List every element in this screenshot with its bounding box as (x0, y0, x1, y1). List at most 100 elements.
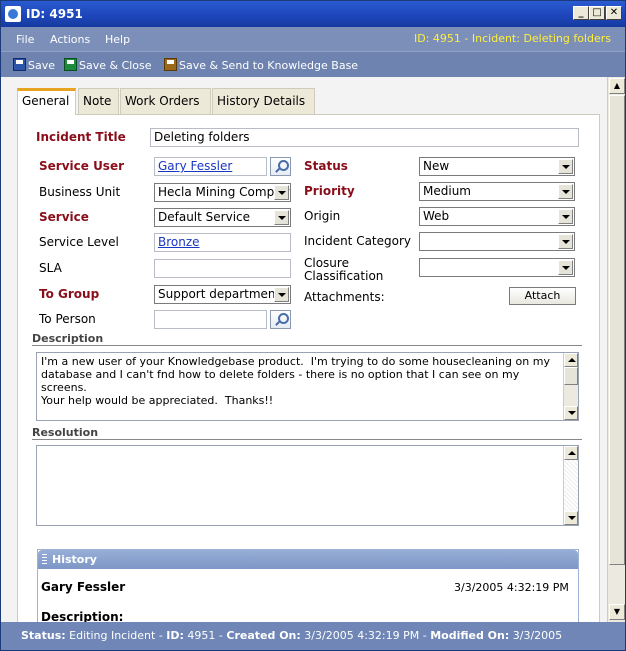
history-timestamp: 3/3/2005 4:32:19 PM (454, 581, 569, 594)
save-send-label: Save & Send to Knowledge Base (179, 59, 359, 72)
priority-select[interactable]: Medium (419, 182, 575, 201)
chevron-down-icon[interactable] (274, 210, 289, 225)
description-scrollbar[interactable] (563, 353, 578, 420)
status-bar-id-label: ID: (166, 629, 184, 642)
business-unit-select[interactable]: Hecla Mining Company (154, 183, 291, 202)
general-panel: Incident Title Deleting folders Service … (17, 114, 600, 622)
status-bar-status-value: Editing Incident (69, 629, 156, 642)
tab-general[interactable]: General (17, 88, 76, 115)
save-label: Save (28, 59, 56, 72)
save-send-kb-button[interactable]: Save & Send to Knowledge Base (164, 58, 358, 72)
menu-help[interactable]: Help (105, 33, 130, 46)
scroll-thumb[interactable] (564, 367, 578, 385)
resolution-scrollbar[interactable] (563, 446, 578, 525)
service-select[interactable]: Default Service (154, 208, 291, 227)
to-person-label: To Person (39, 312, 96, 326)
chevron-down-icon[interactable] (558, 260, 573, 275)
attach-button[interactable]: Attach (509, 287, 576, 305)
business-unit-label: Business Unit (39, 185, 121, 199)
history-author: Gary Fessler (41, 580, 126, 594)
service-level-input[interactable]: Bronze (154, 233, 291, 252)
scroll-up-icon[interactable] (564, 353, 578, 367)
chevron-down-icon[interactable] (558, 209, 573, 224)
title-bar[interactable]: ID: 4951 _ □ ✕ (1, 1, 625, 27)
scroll-down-icon[interactable]: ▼ (609, 604, 625, 620)
search-user-icon[interactable] (270, 157, 291, 176)
menu-file[interactable]: File (16, 33, 34, 46)
status-bar-id-value: 4951 (187, 629, 216, 642)
status-label: Status (304, 159, 348, 173)
status-value: New (423, 159, 450, 173)
chevron-down-icon[interactable] (558, 184, 573, 199)
status-bar-created-label: Created On: (226, 629, 301, 642)
scroll-down-icon[interactable] (564, 406, 578, 420)
browser-icon (5, 6, 21, 22)
chevron-down-icon[interactable] (274, 185, 289, 200)
incident-title-input[interactable]: Deleting folders (150, 128, 579, 147)
save-icon (13, 58, 26, 71)
to-group-label: To Group (39, 287, 100, 301)
closure-label-2: Classification (304, 269, 384, 283)
resolution-heading: Resolution (32, 426, 582, 440)
description-textarea[interactable]: I'm a new user of your Knowledgebase pro… (36, 352, 579, 421)
to-group-value: Support department (158, 287, 281, 301)
incident-window: ID: 4951 _ □ ✕ File Actions Help ID: 495… (0, 0, 626, 651)
status-bar-created-value: 3/3/2005 4:32:19 PM (304, 629, 420, 642)
incident-category-select[interactable] (419, 232, 575, 251)
service-level-label: Service Level (39, 235, 119, 249)
tab-note[interactable]: Note (78, 88, 119, 114)
save-send-icon (164, 58, 177, 71)
minimize-button[interactable]: _ (573, 6, 589, 20)
scroll-thumb[interactable] (609, 95, 625, 565)
window-scrollbar[interactable]: ▲ ▼ (607, 77, 625, 622)
maximize-button[interactable]: □ (589, 6, 605, 20)
chevron-down-icon[interactable] (558, 159, 573, 174)
sla-label: SLA (39, 261, 62, 275)
scroll-down-icon[interactable] (564, 511, 578, 525)
menu-bar: File Actions Help ID: 4951 - Incident: D… (1, 27, 625, 51)
save-close-button[interactable]: Save & Close (64, 58, 152, 72)
save-close-icon (64, 58, 77, 71)
status-select[interactable]: New (419, 157, 575, 176)
to-group-select[interactable]: Support department (154, 285, 291, 304)
incident-breadcrumb: ID: 4951 - Incident: Deleting folders (414, 32, 611, 45)
menu-actions[interactable]: Actions (50, 33, 90, 46)
scroll-up-icon[interactable] (564, 446, 578, 460)
window-title: ID: 4951 (26, 7, 83, 21)
resolution-textarea[interactable] (36, 445, 579, 526)
incident-category-label: Incident Category (304, 234, 412, 248)
history-header[interactable]: History (38, 550, 578, 569)
priority-label: Priority (304, 184, 355, 198)
toolbar: Save Save & Close Save & Send to Knowled… (1, 51, 625, 77)
to-person-input[interactable] (154, 310, 267, 329)
status-bar-sep-2: - (218, 629, 223, 642)
chevron-down-icon[interactable] (558, 234, 573, 249)
service-value: Default Service (158, 210, 251, 224)
history-title: History (52, 553, 97, 566)
status-bar-sep-3: - (422, 629, 427, 642)
closure-label-1: Closure (304, 256, 349, 270)
history-description-label: Description: (41, 610, 124, 622)
history-panel: History Gary Fessler 3/3/2005 4:32:19 PM… (37, 549, 579, 622)
save-close-label: Save & Close (79, 59, 152, 72)
close-button[interactable]: ✕ (606, 6, 622, 20)
business-unit-value: Hecla Mining Company (158, 185, 291, 199)
closure-classification-select[interactable] (419, 258, 575, 277)
priority-value: Medium (423, 184, 471, 198)
description-heading: Description (32, 332, 582, 346)
search-person-icon[interactable] (270, 310, 291, 329)
service-label: Service (39, 210, 89, 224)
save-button[interactable]: Save (13, 58, 55, 72)
content-area: General Note Work Orders History Details… (1, 77, 607, 622)
service-user-input[interactable]: Gary Fessler (154, 157, 267, 176)
sla-input[interactable] (154, 259, 291, 278)
scroll-up-icon[interactable]: ▲ (609, 78, 625, 94)
grip-icon (42, 554, 47, 564)
tab-work-orders[interactable]: Work Orders (120, 88, 211, 114)
status-bar-status-label: Status: (21, 629, 66, 642)
chevron-down-icon[interactable] (274, 287, 289, 302)
service-user-label: Service User (39, 159, 125, 173)
origin-select[interactable]: Web (419, 207, 575, 226)
tab-history-details[interactable]: History Details (212, 88, 315, 114)
status-bar-modified-label: Modified On: (430, 629, 510, 642)
